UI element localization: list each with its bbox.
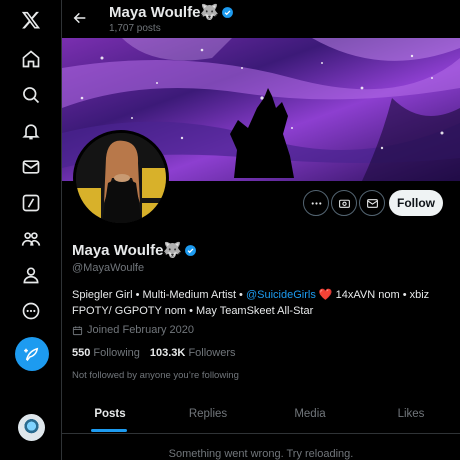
more-options-button[interactable] xyxy=(303,190,329,216)
not-followed-note: Not followed by anyone you’re following xyxy=(72,370,239,381)
messages-envelope-icon[interactable] xyxy=(13,149,49,185)
verified-badge-icon xyxy=(185,245,197,256)
tab-replies[interactable]: Replies xyxy=(158,394,258,434)
following-link[interactable]: 550 Following xyxy=(72,347,140,359)
notifications-bell-icon[interactable] xyxy=(13,113,49,149)
profile-icon[interactable] xyxy=(13,257,49,293)
subscribe-button[interactable] xyxy=(331,190,357,216)
profile-header-bar: Maya Woulfe🐺 1,707 posts xyxy=(62,0,460,38)
wolf-emoji: 🐺 xyxy=(200,4,220,21)
back-arrow-icon[interactable] xyxy=(70,8,90,28)
message-button[interactable] xyxy=(359,190,385,216)
search-icon[interactable] xyxy=(13,77,49,113)
more-dots-icon xyxy=(311,201,321,205)
profile-handle: @MayaWoulfe xyxy=(72,262,145,274)
home-icon[interactable] xyxy=(13,41,49,77)
grok-icon[interactable] xyxy=(13,185,49,221)
posts-count: 1,707 posts xyxy=(109,23,161,34)
feather-plus-icon xyxy=(24,347,39,362)
tab-media[interactable]: Media xyxy=(258,394,362,434)
joined-date: Joined February 2020 xyxy=(72,324,194,336)
communities-icon[interactable] xyxy=(13,221,49,257)
follow-stats: 550 Following 103.3K Followers xyxy=(72,347,236,359)
money-icon xyxy=(338,199,350,208)
heart-emoji: ❤️ xyxy=(318,289,333,301)
left-nav-rail xyxy=(0,0,62,460)
account-avatar[interactable] xyxy=(18,414,45,441)
wolf-emoji: 🐺 xyxy=(163,242,183,259)
x-logo-icon[interactable] xyxy=(13,2,49,38)
active-tab-indicator xyxy=(91,429,127,432)
header-profile-name: Maya Woulfe🐺 xyxy=(109,3,234,21)
tab-likes[interactable]: Likes xyxy=(362,394,460,434)
more-circle-icon[interactable] xyxy=(13,293,49,329)
profile-bio: Spiegler Girl • Multi-Medium Artist • @S… xyxy=(72,289,430,317)
verified-badge-icon xyxy=(222,7,234,18)
calendar-icon xyxy=(72,325,83,335)
bio-mention-link[interactable]: @SuicideGirls xyxy=(246,289,316,301)
profile-avatar[interactable] xyxy=(73,130,169,226)
follow-button[interactable]: Follow xyxy=(389,190,443,216)
compose-post-button[interactable] xyxy=(15,337,49,371)
profile-name: Maya Woulfe🐺 xyxy=(72,241,197,259)
followers-link[interactable]: 103.3K Followers xyxy=(150,347,236,359)
envelope-icon xyxy=(366,198,378,208)
tab-posts[interactable]: Posts xyxy=(62,394,158,434)
profile-main-column: Maya Woulfe🐺 1,707 posts Follow Maya Wou… xyxy=(62,0,460,460)
profile-tabs: Posts Replies Media Likes xyxy=(62,394,460,434)
feed-error-message: Something went wrong. Try reloading. xyxy=(168,448,354,460)
